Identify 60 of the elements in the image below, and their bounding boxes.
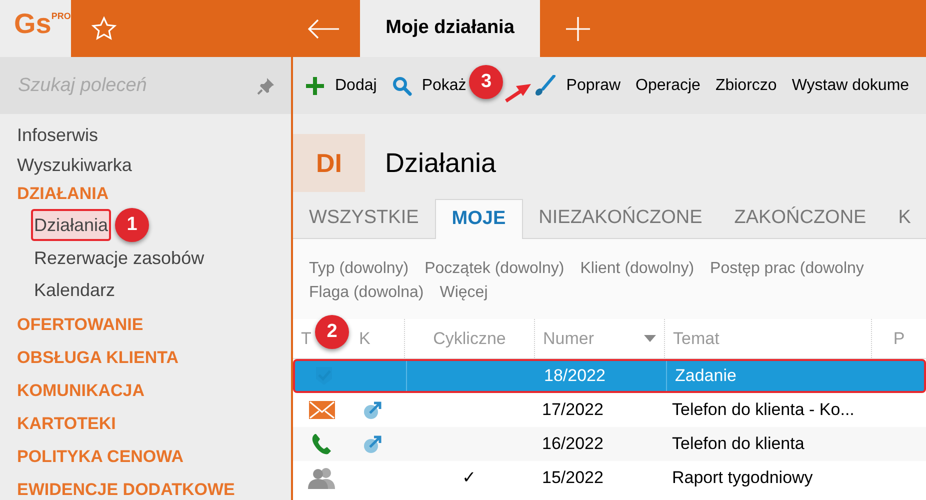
toolbar-button[interactable]: Pokaż [392,74,466,98]
column-header[interactable]: T [301,326,312,352]
toolbar-button[interactable]: Operacje [636,74,700,98]
plus-icon [305,76,325,96]
toolbar-button[interactable]: Wystaw dokume [792,74,910,98]
module-badge: DI [293,134,365,192]
column-header[interactable]: Cykliczne [433,326,506,352]
brush-icon [534,74,556,96]
arrow-link-icon [363,434,383,454]
sidebar-link[interactable]: Wyszukiwarka [17,150,291,180]
pin-icon[interactable] [257,77,275,95]
page-title: Działania [385,146,496,180]
filter-link[interactable]: Klient (dowolny) [580,257,694,281]
sidebar-item[interactable]: Działania [31,209,112,241]
table-row[interactable]: 16/2022 Telefon do klienta [293,427,926,461]
column-header[interactable]: K [359,326,370,352]
search-icon [392,76,412,96]
table-cell-text: 15/2022 [541,467,604,490]
table-cell-text: 17/2022 [541,399,604,422]
filter-tab[interactable]: MOJE [434,199,523,239]
filter-link[interactable]: Początek (dowolny) [424,257,564,281]
column-header[interactable]: P [893,326,905,352]
search-field[interactable]: Szukaj poleceń [0,57,291,114]
plus-icon[interactable] [565,16,591,42]
column-header[interactable]: Numer [543,326,594,352]
table-cell-text: Telefon do klienta - Ko... [671,399,856,422]
filter-link[interactable]: Więcej [440,281,488,305]
arrow-link-icon [363,400,383,420]
column-header[interactable]: Temat [673,326,720,352]
sidebar-section[interactable]: OBSŁUGA KLIENTA [17,344,178,372]
toolbar-button[interactable]: Zbiorczo [715,74,777,98]
star-icon[interactable] [91,16,117,42]
sidebar-section[interactable]: POLITYKA CENOWA [17,443,184,471]
sidebar-section[interactable]: EWIDENCJE DODATKOWE [17,476,235,500]
sidebar-link[interactable]: Infoserwis [17,120,291,150]
toolbar-button[interactable]: Dodaj [305,74,377,98]
filter-link[interactable]: Postęp prac (dowolny [710,257,864,281]
sidebar-section[interactable]: OFERTOWANIE [17,311,144,339]
people-icon [308,467,336,489]
sidebar-section[interactable]: KOMUNIKACJA [17,377,144,405]
sidebar-item[interactable]: Kalendarz [31,274,118,306]
sidebar-section[interactable]: KARTOTEKI [17,410,116,438]
table-cell-text: 18/2022 [543,365,606,388]
callout-badge: 3 [469,65,504,99]
filter-link[interactable]: Typ (dowolny) [309,257,409,281]
table-cell: Zadanie [666,361,873,391]
table-cell-text: Raport tygodniowy [671,467,814,490]
toolbar-button[interactable]: Popraw [534,74,621,98]
phone-icon [310,432,334,456]
table-row[interactable]: 18/2022 Zadanie [293,359,926,393]
table-cell-text: Telefon do klienta [671,433,806,456]
callout-badge: 2 [315,315,349,349]
sidebar-item[interactable]: Rezerwacje zasobów [31,242,208,274]
back-arrow-icon[interactable] [308,18,340,38]
envelope-icon [309,401,335,419]
filter-link[interactable]: Flaga (dowolna) [309,281,424,305]
sidebar-section[interactable]: DZIAŁANIA [17,180,109,208]
cyclic-check: ✓ [462,467,476,490]
table-cell-text: 16/2022 [541,433,604,456]
callout-badge: 1 [115,208,150,242]
